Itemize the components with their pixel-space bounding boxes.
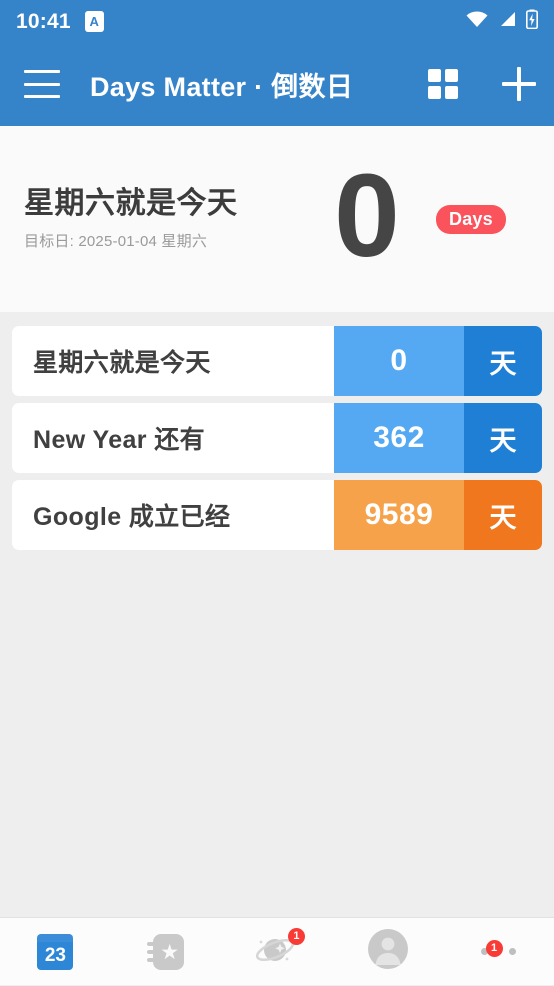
event-day-unit: 天 (464, 403, 542, 473)
event-day-count: 362 (334, 403, 464, 473)
featured-event-day-count: 0 (334, 150, 400, 282)
featured-event-card[interactable]: 星期六就是今天 目标日: 2025-01-04 星期六 0 Days (0, 126, 554, 312)
user-avatar-icon-wrap (366, 928, 410, 975)
app-bar: Days Matter · 倒数日 (0, 42, 554, 126)
page-title: Days Matter · 倒数日 (90, 71, 354, 102)
list-item[interactable]: Google 成立已经 9589 天 (12, 480, 542, 550)
status-bar: 10:41 A (0, 0, 554, 42)
list-item[interactable]: New Year 还有 362 天 (12, 403, 542, 473)
planet-discover-icon-wrap: 1 (255, 927, 305, 974)
notebook-star-icon-wrap: ★ (144, 930, 188, 974)
featured-event-text-block: 星期六就是今天 目标日: 2025-01-04 星期六 (24, 187, 324, 251)
event-list: 星期六就是今天 0 天 New Year 还有 362 天 Google 成立已… (0, 312, 554, 917)
battery-charging-icon (526, 9, 538, 34)
nav-tab-calendar[interactable]: 23 (0, 918, 111, 986)
status-badge: 1 (287, 927, 305, 945)
grid-view-icon[interactable] (428, 69, 458, 99)
event-name: 星期六就是今天 (33, 349, 211, 377)
event-day-unit: 天 (464, 480, 542, 550)
featured-event-target-date: 目标日: 2025-01-04 星期六 (24, 232, 208, 250)
status-bar-system-icons (465, 9, 538, 34)
event-day-count: 0 (334, 326, 464, 396)
event-name: New Year 还有 (33, 426, 206, 454)
nav-tab-collections[interactable]: ★ (111, 918, 222, 986)
calendar-icon: 23 (35, 932, 75, 972)
cellular-signal-icon (498, 10, 517, 33)
app-notification-icon: A (84, 10, 104, 32)
nav-tab-more[interactable]: 1 (443, 918, 554, 986)
user-avatar-icon (367, 928, 409, 975)
event-day-unit: 天 (464, 326, 542, 396)
wifi-icon (465, 10, 489, 33)
calendar-icon-wrap: 23 (33, 930, 77, 974)
bottom-navigation-bar: 23 ★ 1 1 (0, 917, 554, 985)
featured-event-title: 星期六就是今天 (24, 187, 238, 221)
event-name: Google 成立已经 (33, 503, 231, 531)
nav-tab-profile[interactable] (332, 918, 443, 986)
plus-add-icon[interactable] (502, 67, 536, 101)
nav-tab-discover[interactable]: 1 (222, 918, 333, 986)
more-dots-icon-wrap: 1 (477, 930, 521, 974)
notebook-star-icon: ★ (146, 932, 186, 972)
hamburger-menu-icon[interactable] (24, 70, 60, 98)
calendar-day-number: 23 (37, 941, 74, 970)
status-badge: 1 (485, 939, 503, 957)
status-bar-notification-icons: A (84, 10, 104, 32)
app-screen: 10:41 A Days Matter · 倒数日 星期六就是今天 目标日: 2… (0, 0, 554, 985)
event-day-count: 9589 (334, 480, 464, 550)
status-bar-clock: 10:41 (16, 9, 71, 33)
featured-days-badge: Days (436, 204, 506, 234)
list-item[interactable]: 星期六就是今天 0 天 (12, 326, 542, 396)
